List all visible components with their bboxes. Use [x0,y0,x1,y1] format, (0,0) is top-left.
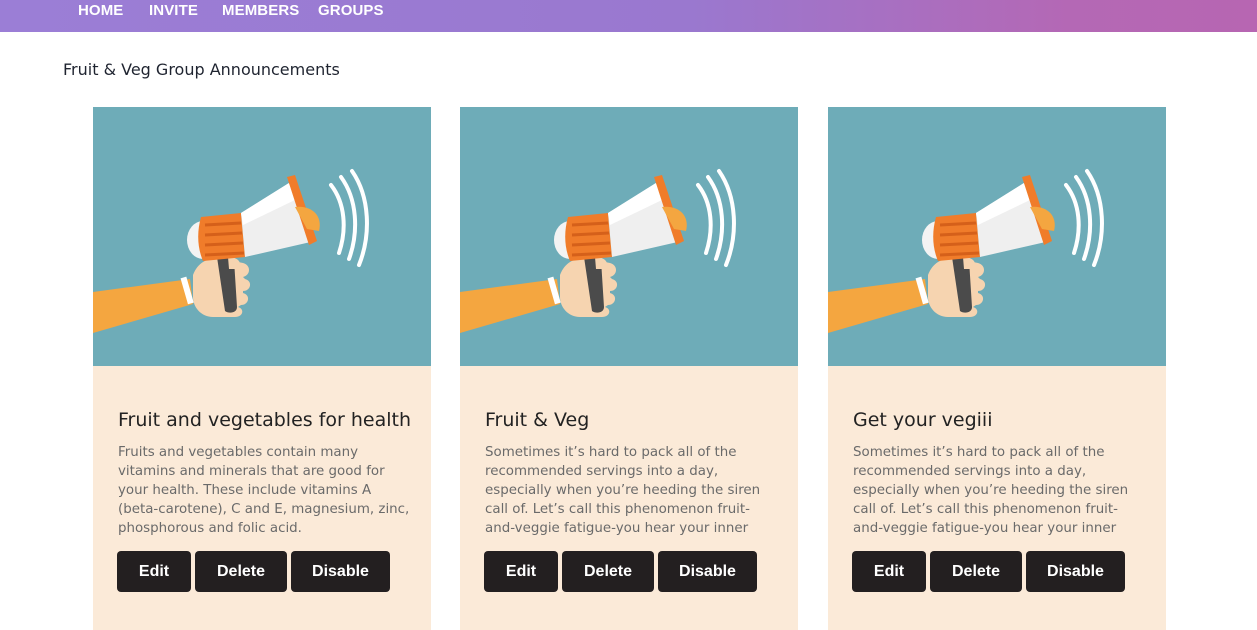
delete-button[interactable]: Delete [930,551,1022,592]
card-title: Get your vegiii [853,409,993,431]
top-navigation-bar: HOME INVITE MEMBERS GROUPS [0,0,1257,32]
nav-link-home[interactable]: HOME [78,2,123,19]
disable-button[interactable]: Disable [658,551,757,592]
card-image [828,107,1166,366]
card-body: Sometimes it’s hard to pack all of the r… [485,445,761,536]
nav-link-members[interactable]: MEMBERS [222,2,299,19]
card-body: Fruits and vegetables contain many vitam… [118,445,410,536]
disable-button[interactable]: Disable [1026,551,1125,592]
disable-button[interactable]: Disable [291,551,390,592]
announcement-card: Fruit and vegetables for health Fruits a… [93,107,431,630]
card-actions: Edit Delete Disable [852,551,1125,592]
page-title: Fruit & Veg Group Announcements [63,60,340,79]
card-title: Fruit & Veg [485,409,590,431]
card-actions: Edit Delete Disable [117,551,390,592]
nav-link-invite[interactable]: INVITE [149,2,198,19]
card-image [93,107,431,366]
announcement-card: Fruit & Veg Sometimes it’s hard to pack … [460,107,798,630]
megaphone-icon [93,169,369,335]
card-image [460,107,798,366]
edit-button[interactable]: Edit [484,551,558,592]
card-title: Fruit and vegetables for health [118,409,412,431]
megaphone-icon [460,169,736,335]
edit-button[interactable]: Edit [117,551,191,592]
card-actions: Edit Delete Disable [484,551,757,592]
edit-button[interactable]: Edit [852,551,926,592]
delete-button[interactable]: Delete [195,551,287,592]
delete-button[interactable]: Delete [562,551,654,592]
nav-link-groups[interactable]: GROUPS [318,2,384,19]
card-body: Sometimes it’s hard to pack all of the r… [853,445,1129,536]
megaphone-icon [828,169,1104,335]
announcement-card: Get your vegiii Sometimes it’s hard to p… [828,107,1166,630]
